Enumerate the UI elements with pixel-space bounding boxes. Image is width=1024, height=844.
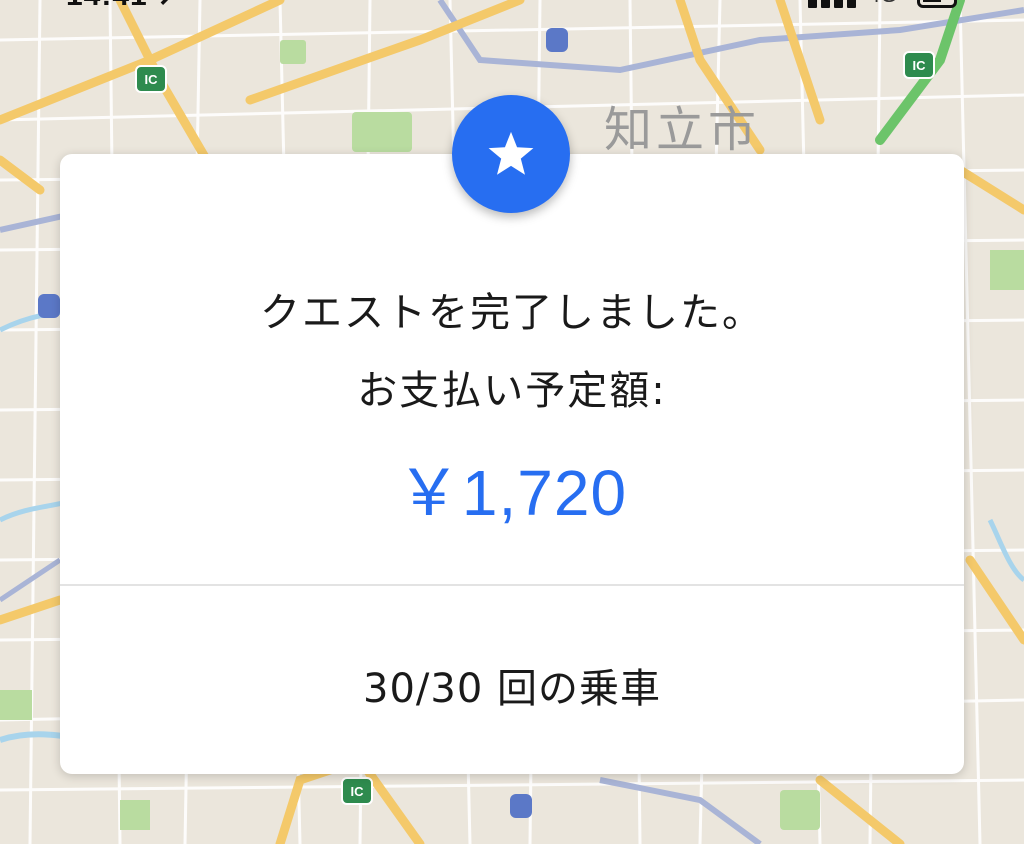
- network-type: 4G: [868, 0, 897, 8]
- quest-badge: [452, 95, 570, 213]
- battery-icon: [917, 0, 958, 8]
- cellular-signal-icon: [808, 0, 860, 8]
- svg-text:IC: IC: [351, 784, 365, 799]
- star-icon: [488, 131, 534, 175]
- quest-complete-message: クエストを完了しました。: [260, 290, 764, 336]
- svg-text:IC: IC: [913, 58, 927, 73]
- map-city-label: 知立市: [604, 102, 761, 158]
- payment-amount: ￥1,720: [396, 457, 628, 529]
- screen: IC IC IC 知立市 14:41 ↗ 4G クエ: [0, 0, 1024, 844]
- payment-estimate-label: お支払い予定額:: [357, 368, 667, 414]
- status-time: 14:41 ↗: [66, 0, 183, 13]
- divider: [60, 584, 964, 586]
- svg-text:IC: IC: [145, 72, 159, 87]
- status-indicators: 4G: [808, 0, 958, 8]
- status-bar: 14:41 ↗ 4G: [0, 0, 1024, 14]
- rides-progress: 30/30 回の乗車: [363, 666, 661, 712]
- quest-complete-dialog[interactable]: クエストを完了しました。 お支払い予定額: ￥1,720 30/30 回の乗車: [60, 154, 964, 774]
